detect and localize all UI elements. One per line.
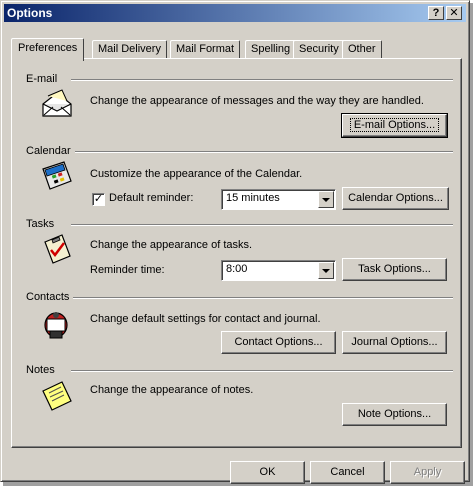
reminder-time-value: 8:00 bbox=[226, 263, 248, 275]
default-reminder-value: 15 minutes bbox=[226, 192, 280, 204]
title-bar[interactable]: Options ? ✕ bbox=[4, 4, 466, 22]
default-reminder-select[interactable]: 15 minutes bbox=[221, 189, 336, 210]
contacts-description: Change default settings for contact and … bbox=[90, 313, 321, 325]
email-options-button[interactable]: E-mail Options... bbox=[341, 113, 448, 138]
close-button[interactable]: ✕ bbox=[446, 6, 462, 20]
journal-options-button[interactable]: Journal Options... bbox=[342, 331, 447, 354]
tab-preferences[interactable]: Preferences bbox=[11, 38, 85, 61]
contacts-section-divider bbox=[71, 297, 453, 299]
notes-section-divider bbox=[71, 370, 453, 372]
tab-other[interactable]: Other bbox=[342, 40, 382, 59]
tasks-description: Change the appearance of tasks. bbox=[90, 239, 253, 251]
default-reminder-label: Default reminder: bbox=[109, 192, 194, 204]
tab-mail-delivery[interactable]: Mail Delivery bbox=[92, 40, 167, 59]
calendar-description: Customize the appearance of the Calendar… bbox=[90, 168, 303, 180]
email-section-divider bbox=[71, 79, 453, 81]
tab-mail-format[interactable]: Mail Format bbox=[170, 40, 241, 59]
tasks-section-divider bbox=[71, 224, 453, 226]
note-options-button[interactable]: Note Options... bbox=[342, 403, 447, 426]
task-options-button[interactable]: Task Options... bbox=[342, 258, 447, 281]
reminder-time-select[interactable]: 8:00 bbox=[221, 260, 336, 281]
sticky-note-icon bbox=[42, 381, 72, 411]
tasks-section-heading: Tasks bbox=[26, 218, 59, 230]
tab-security[interactable]: Security bbox=[293, 40, 345, 59]
notes-section-heading: Notes bbox=[26, 364, 59, 376]
calendar-section-heading: Calendar bbox=[26, 145, 75, 157]
tab-spelling[interactable]: Spelling bbox=[245, 40, 297, 59]
clipboard-check-icon bbox=[44, 234, 71, 264]
notes-description: Change the appearance of notes. bbox=[90, 384, 254, 396]
chevron-down-icon[interactable] bbox=[318, 262, 334, 279]
default-reminder-checkbox[interactable]: ✓ bbox=[92, 193, 105, 206]
contact-options-button[interactable]: Contact Options... bbox=[221, 331, 336, 354]
options-dialog: Options ? ✕ Preferences Mail Delivery Ma… bbox=[0, 0, 470, 484]
help-button[interactable]: ? bbox=[428, 6, 444, 20]
contacts-section-heading: Contacts bbox=[26, 291, 74, 303]
ok-button[interactable]: OK bbox=[230, 461, 305, 484]
calendar-icon bbox=[42, 161, 72, 190]
email-description: Change the appearance of messages and th… bbox=[90, 95, 424, 107]
rolodex-icon bbox=[44, 312, 68, 339]
calendar-options-button[interactable]: Calendar Options... bbox=[342, 187, 449, 210]
apply-button[interactable]: Apply bbox=[390, 461, 465, 484]
reminder-time-label: Reminder time: bbox=[90, 264, 165, 276]
cancel-button[interactable]: Cancel bbox=[310, 461, 385, 484]
email-section-heading: E-mail bbox=[26, 73, 62, 85]
chevron-down-icon[interactable] bbox=[318, 191, 334, 208]
envelope-icon bbox=[42, 89, 72, 117]
calendar-section-divider bbox=[71, 151, 453, 153]
window-title: Options bbox=[7, 6, 53, 20]
